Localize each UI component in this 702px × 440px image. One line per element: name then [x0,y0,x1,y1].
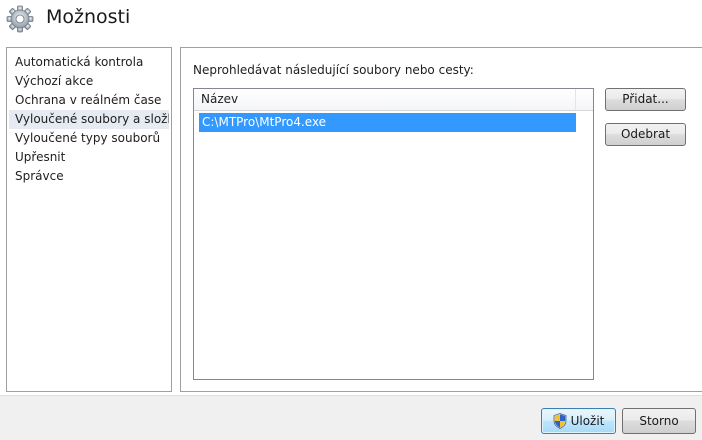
window-header: Možnosti [0,0,702,40]
footer-bar: Uložit Storno [0,395,702,440]
sidebar-item-spravce[interactable]: Správce [9,167,169,186]
save-button[interactable]: Uložit [541,408,616,434]
uac-shield-icon [553,413,566,429]
sidebar-item-automaticka-kontrola[interactable]: Automatická kontrola [9,53,169,72]
column-header-name[interactable]: Název [194,89,576,110]
sidebar-item-vyloucene-soubory[interactable]: Vyloučené soubory a složky [9,110,169,129]
sidebar-item-vyloucene-typy[interactable]: Vyloučené typy souborů [9,129,169,148]
main-panel: Neprohledávat následující soubory nebo c… [180,47,702,392]
page-title: Možnosti [46,6,131,28]
sidebar-item-ochrana-v-realnem-case[interactable]: Ochrana v reálném čase [9,91,169,110]
save-button-label: Uložit [570,414,605,428]
excluded-files-list[interactable]: Název C:\MTPro\MtPro4.exe [193,88,594,380]
remove-button[interactable]: Odebrat [605,123,686,146]
gear-icon [6,5,34,33]
sidebar-item-upresnit[interactable]: Upřesnit [9,148,169,167]
excluded-files-label: Neprohledávat následující soubory nebo c… [193,63,474,77]
sidebar: Automatická kontrola Výchozí akce Ochran… [6,47,172,392]
cancel-button[interactable]: Storno [622,408,696,434]
list-item[interactable]: C:\MTPro\MtPro4.exe [199,113,576,132]
list-header: Název [194,89,593,111]
sidebar-item-vychozi-akce[interactable]: Výchozí akce [9,72,169,91]
add-button[interactable]: Přidat... [605,88,686,111]
